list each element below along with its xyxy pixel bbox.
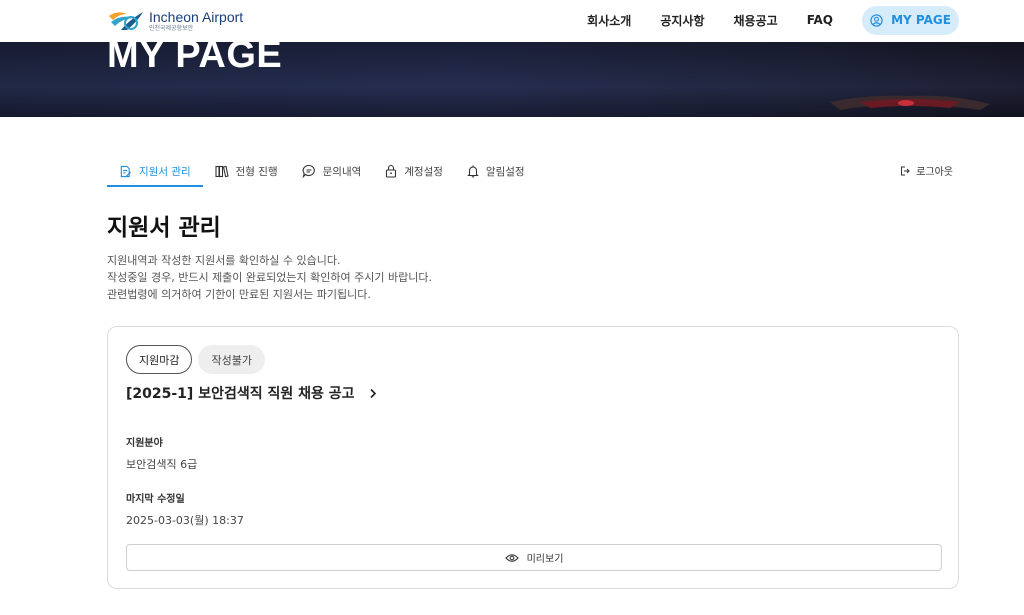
nav-recruit[interactable]: 채용공고 (734, 12, 778, 29)
job-posting-link[interactable]: [2025-1] 보안검색직 직원 채용 공고 (126, 383, 377, 403)
status-badge-closed: 지원마감 (126, 345, 193, 374)
tab-account-settings[interactable]: 계정설정 (373, 157, 455, 185)
modified-date-value: 2025-03-03(월) 18:37 (126, 514, 244, 527)
chat-bubble-icon (302, 164, 315, 178)
chevron-right-icon (369, 388, 376, 398)
document-edit-icon (120, 165, 132, 177)
tab-notification-settings[interactable]: 알림설정 (455, 157, 537, 185)
nav-notice[interactable]: 공지사항 (660, 12, 704, 29)
status-badge-not-writable: 작성불가 (198, 345, 265, 374)
top-header: Incheon Airport 인천국제공항보안 회사소개 공지사항 채용공고 … (0, 0, 1024, 42)
books-icon (215, 165, 229, 177)
logout-label: 로그아웃 (916, 167, 953, 178)
tab-label: 지원서 관리 (139, 165, 191, 178)
field-value: 보안검색직 6급 (126, 458, 198, 471)
logo-name-ko: 인천국제공항보안 (149, 25, 194, 32)
lock-icon (386, 164, 397, 178)
preview-button[interactable]: 미리보기 (126, 544, 942, 571)
mypage-button-label: MY PAGE (891, 13, 951, 27)
preview-button-label: 미리보기 (526, 554, 564, 565)
incheon-airport-logo[interactable]: Incheon Airport 인천국제공항보안 (107, 6, 243, 36)
status-badges: 지원마감 작성불가 (126, 345, 271, 374)
description-line: 관련법령에 의거하여 기한이 만료된 지원서는 파기됩니다. (107, 288, 371, 301)
logout-icon (901, 166, 910, 175)
eye-icon (504, 553, 519, 562)
nav-company[interactable]: 회사소개 (587, 12, 631, 29)
mypage-tabs: 지원서 관리 전형 진행 문의내역 계정설정 알림설정 (107, 157, 537, 187)
logout-button[interactable]: 로그아웃 (900, 163, 953, 178)
description-line: 작성중일 경우, 반드시 제출이 완료되었는지 확인하여 주시기 바랍니다. (107, 271, 432, 284)
tab-application-manage[interactable]: 지원서 관리 (107, 157, 203, 187)
modified-date-label: 마지막 수정일 (126, 494, 185, 505)
tab-label: 문의내역 (322, 165, 362, 178)
logo-swoosh-icon (109, 12, 143, 30)
nav-faq[interactable]: FAQ (807, 13, 833, 27)
main-nav: 회사소개 공지사항 채용공고 FAQ MY PAGE (587, 0, 1024, 40)
page-title: 지원서 관리 (107, 215, 221, 241)
application-card: 지원마감 작성불가 [2025-1] 보안검색직 직원 채용 공고 지원분야 보… (107, 326, 959, 589)
description-line: 지원내역과 작성한 지원서를 확인하실 수 있습니다. (107, 254, 341, 267)
mypage-button[interactable]: MY PAGE (862, 5, 959, 35)
banner-title: MY PAGE (107, 42, 283, 76)
bell-icon (467, 165, 479, 178)
tab-label: 알림설정 (485, 165, 525, 178)
page-description: 지원내역과 작성한 지원서를 확인하실 수 있습니다. 작성중일 경우, 반드시… (107, 252, 432, 303)
page-banner: MY PAGE (0, 42, 1024, 117)
job-posting-title: [2025-1] 보안검색직 직원 채용 공고 (126, 386, 355, 402)
tab-selection-progress[interactable]: 전형 진행 (203, 157, 290, 185)
tab-inquiry-history[interactable]: 문의내역 (290, 157, 374, 185)
user-circle-icon (870, 13, 883, 27)
logo-name-en: Incheon Airport (149, 9, 244, 25)
terminal-roof-image (830, 95, 990, 110)
tab-label: 전형 진행 (235, 165, 278, 178)
field-label: 지원분야 (126, 438, 163, 449)
tab-label: 계정설정 (404, 165, 443, 178)
